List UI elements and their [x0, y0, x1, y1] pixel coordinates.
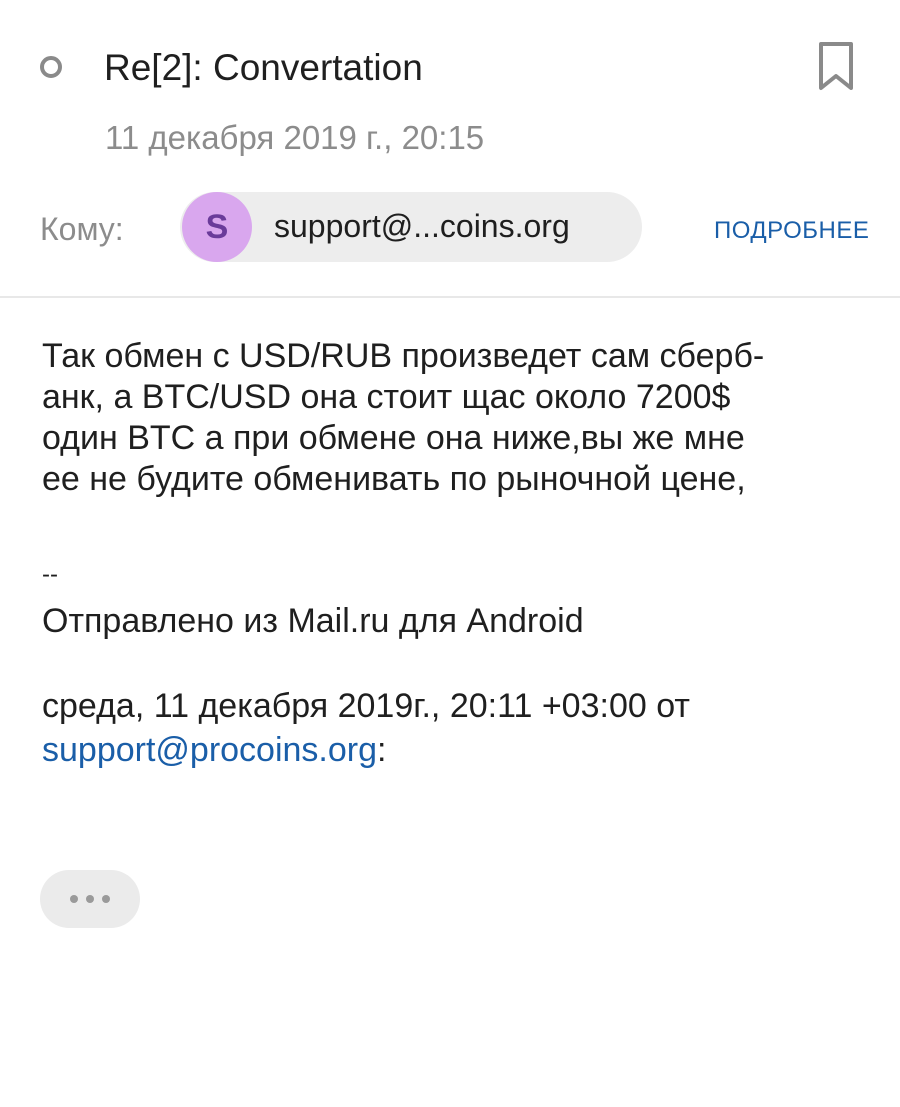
body-line: Так обмен с USD/RUB произведет сам сберб… [42, 337, 765, 375]
unread-circle-icon[interactable] [40, 56, 62, 78]
quote-header: среда, 11 декабря 2019г., 20:11 +03:00 о… [42, 684, 872, 772]
signature: Отправлено из Mail.ru для Android [42, 602, 584, 640]
body-line: один BTC а при обмене она ниже,вы же мне [42, 419, 745, 457]
quote-header-colon: : [377, 731, 387, 769]
body-line: анк, а BTC/USD она стоит щас около 7200$ [42, 378, 731, 416]
message-body: Так обмен с USD/RUB произведет сам сберб… [42, 336, 872, 500]
more-dots-icon [70, 895, 110, 903]
avatar: S [182, 192, 252, 262]
quote-header-text: среда, 11 декабря 2019г., 20:11 +03:00 о… [42, 687, 690, 725]
bookmark-icon[interactable] [816, 40, 856, 92]
quote-sender-link[interactable]: support@procoins.org [42, 731, 377, 769]
to-label: Кому: [40, 211, 124, 247]
details-link[interactable]: ПОДРОБНЕЕ [714, 216, 869, 246]
message-header: Re[2]: Convertation 11 декабря 2019 г., … [0, 0, 900, 298]
message-date: 11 декабря 2019 г., 20:15 [105, 119, 485, 156]
recipient-email: support@...coins.org [274, 208, 570, 244]
recipient-chip[interactable]: S support@...coins.org [180, 192, 642, 262]
message-subject: Re[2]: Convertation [104, 47, 423, 88]
body-line: ее не будите обменивать по рыночной цене… [42, 460, 746, 498]
show-quoted-button[interactable] [40, 870, 140, 928]
signature-separator: -- [42, 561, 58, 588]
